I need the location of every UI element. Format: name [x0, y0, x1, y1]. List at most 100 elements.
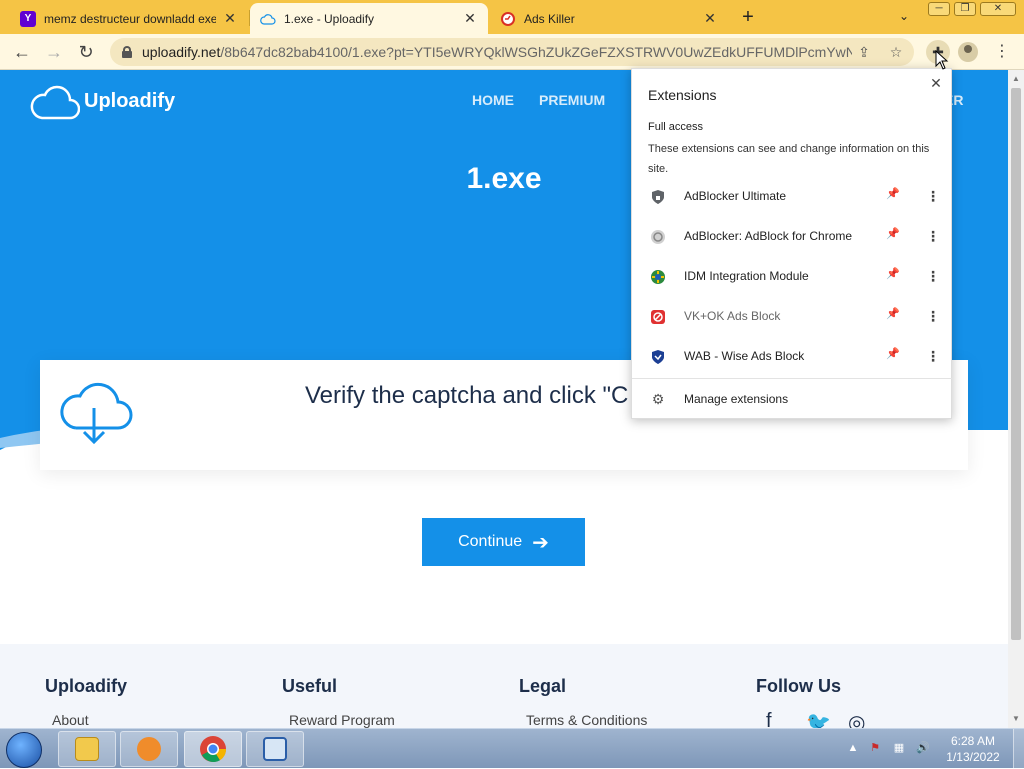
more-options-icon[interactable]: ⋮ — [926, 267, 940, 285]
extension-name: AdBlocker: AdBlock for Chrome — [684, 229, 853, 243]
lock-icon[interactable] — [122, 46, 132, 58]
manage-extensions-label: Manage extensions — [684, 392, 789, 406]
extension-item-adblocker-ultimate[interactable]: AdBlocker Ultimate 📌 ⋮ — [632, 177, 953, 217]
minimize-button[interactable]: ─ — [928, 2, 950, 16]
network-icon[interactable]: ▦ — [892, 741, 906, 755]
extension-item-wab[interactable]: WAB - Wise Ads Block 📌 ⋮ — [632, 337, 953, 377]
nav-home[interactable]: HOME — [472, 92, 514, 108]
scroll-down-icon[interactable]: ▼ — [1011, 714, 1021, 724]
tray-expand-icon[interactable]: ▲ — [846, 741, 860, 755]
pin-icon[interactable]: 📌 — [886, 187, 900, 203]
arrow-right-icon: ➔ — [532, 531, 549, 554]
cloud-download-icon — [60, 382, 133, 445]
instagram-icon[interactable]: ◎ — [848, 710, 865, 728]
taskbar-file-explorer[interactable] — [58, 731, 116, 767]
clock-time[interactable]: 6:28 AM — [948, 734, 998, 748]
scroll-thumb[interactable] — [1011, 88, 1021, 640]
remote-desktop-icon — [263, 737, 287, 761]
extension-item-adblock-chrome[interactable]: AdBlocker: AdBlock for Chrome 📌 ⋮ — [632, 217, 953, 257]
footer-heading: Legal — [519, 676, 567, 696]
system-tray: ▲ ⚑ ▦ 🔊 6:28 AM 1/13/2022 — [840, 729, 1024, 769]
taskbar-chrome[interactable] — [184, 731, 242, 767]
kebab-menu-icon[interactable]: ⋮ — [994, 42, 1010, 62]
address-bar[interactable]: uploadify.net/8b647dc82bab4100/1.exe?pt=… — [110, 38, 914, 66]
taskbar-media-player[interactable] — [120, 731, 178, 767]
site-logo[interactable]: Uploadify — [30, 80, 175, 122]
continue-label: Continue — [458, 533, 523, 550]
footer-link-terms[interactable]: Terms & Conditions — [526, 712, 647, 728]
clock-date[interactable]: 1/13/2022 — [944, 750, 1002, 764]
tab-title: 1.exe - Uploadify — [284, 11, 375, 26]
footer-col-follow: Follow Us — [756, 676, 841, 697]
yahoo-icon: Y — [20, 10, 36, 27]
tab-search-icon[interactable]: ⌄ — [896, 9, 912, 25]
start-button[interactable] — [6, 732, 42, 768]
profile-avatar-icon[interactable] — [958, 42, 978, 62]
close-tab-icon[interactable]: ✕ — [462, 10, 478, 27]
logo-cloud-icon — [30, 85, 80, 120]
more-options-icon[interactable]: ⋮ — [926, 227, 940, 245]
tab-title: Ads Killer — [524, 11, 575, 26]
more-options-icon[interactable]: ⋮ — [926, 347, 940, 365]
close-tab-icon[interactable]: ✕ — [702, 10, 718, 27]
shield-icon — [652, 190, 664, 204]
nav-premium[interactable]: PREMIUM — [539, 92, 605, 108]
browser-toolbar: ← → ↻ uploadify.net/8b647dc82bab4100/1.e… — [0, 34, 1024, 70]
idm-icon — [651, 270, 665, 284]
extension-name: WAB - Wise Ads Block — [684, 349, 805, 363]
taskbar-remote-desktop[interactable] — [246, 731, 304, 767]
adblock-icon — [651, 230, 665, 244]
tab-ads-killer[interactable]: Ads Killer ✕ — [490, 3, 728, 34]
scroll-up-icon[interactable]: ▲ — [1011, 74, 1021, 84]
page-scrollbar[interactable]: ▲ ▼ — [1008, 70, 1024, 728]
tab-uploadify[interactable]: 1.exe - Uploadify ✕ — [250, 3, 488, 34]
footer-link-about[interactable]: About — [52, 712, 89, 728]
gear-icon: ⚙ — [651, 391, 665, 407]
facebook-icon[interactable]: f — [766, 710, 772, 728]
extensions-popup: Extensions ✕ Full access These extension… — [631, 68, 953, 419]
block-icon — [651, 310, 665, 324]
bookmark-star-icon[interactable]: ☆ — [888, 44, 904, 60]
more-options-icon[interactable]: ⋮ — [926, 187, 940, 205]
extension-name: VK+OK Ads Block — [684, 309, 781, 323]
reload-icon[interactable]: ↻ — [76, 42, 96, 62]
url-path: /8b647dc82bab4100/1.exe?pt=YTI5eWRYQklWS… — [220, 44, 852, 60]
ads-killer-icon — [500, 11, 516, 27]
manage-extensions-item[interactable]: ⚙ Manage extensions — [632, 379, 953, 419]
wab-shield-icon — [652, 350, 664, 364]
full-access-description: These extensions can see and change info… — [648, 143, 930, 175]
mouse-cursor-icon — [935, 50, 949, 70]
extensions-title: Extensions — [648, 87, 717, 103]
tab-memz[interactable]: Y memz destructeur downladd exe ✕ — [10, 3, 248, 34]
footer-col-useful: Useful Reward Program — [282, 676, 395, 728]
show-desktop-button[interactable] — [1013, 729, 1024, 769]
twitter-icon[interactable]: 🐦 — [806, 710, 831, 728]
cloud-icon — [260, 11, 276, 27]
logo-text: Uploadify — [84, 89, 176, 112]
action-center-icon[interactable]: ⚑ — [868, 741, 882, 755]
close-tab-icon[interactable]: ✕ — [222, 10, 238, 27]
pin-icon[interactable]: 📌 — [886, 227, 900, 243]
continue-button[interactable]: Continue ➔ — [422, 518, 585, 566]
new-tab-button[interactable]: + — [737, 7, 759, 29]
pin-icon[interactable]: 📌 — [886, 307, 900, 323]
maximize-button[interactable]: ❐ — [954, 2, 976, 16]
extension-item-vk-ok[interactable]: VK+OK Ads Block 📌 ⋮ — [632, 297, 953, 337]
extension-name: AdBlocker Ultimate — [684, 189, 787, 203]
pin-icon[interactable]: 📌 — [886, 347, 900, 363]
extension-item-idm[interactable]: IDM Integration Module 📌 ⋮ — [632, 257, 953, 297]
close-window-button[interactable]: ✕ — [980, 2, 1016, 16]
footer-col-uploadify: Uploadify About — [45, 676, 127, 728]
url-text[interactable]: uploadify.net/8b647dc82bab4100/1.exe?pt=… — [142, 44, 852, 60]
more-options-icon[interactable]: ⋮ — [926, 307, 940, 325]
back-icon[interactable]: ← — [12, 42, 32, 62]
forward-icon[interactable]: → — [44, 42, 64, 62]
folder-icon — [75, 737, 99, 761]
footer-col-legal: Legal Terms & Conditions — [519, 676, 647, 728]
close-icon[interactable]: ✕ — [928, 75, 944, 91]
pin-icon[interactable]: 📌 — [886, 267, 900, 283]
volume-icon[interactable]: 🔊 — [916, 741, 930, 755]
footer-link-reward[interactable]: Reward Program — [289, 712, 395, 728]
share-icon[interactable]: ⇪ — [856, 44, 872, 60]
media-player-icon — [137, 737, 161, 761]
